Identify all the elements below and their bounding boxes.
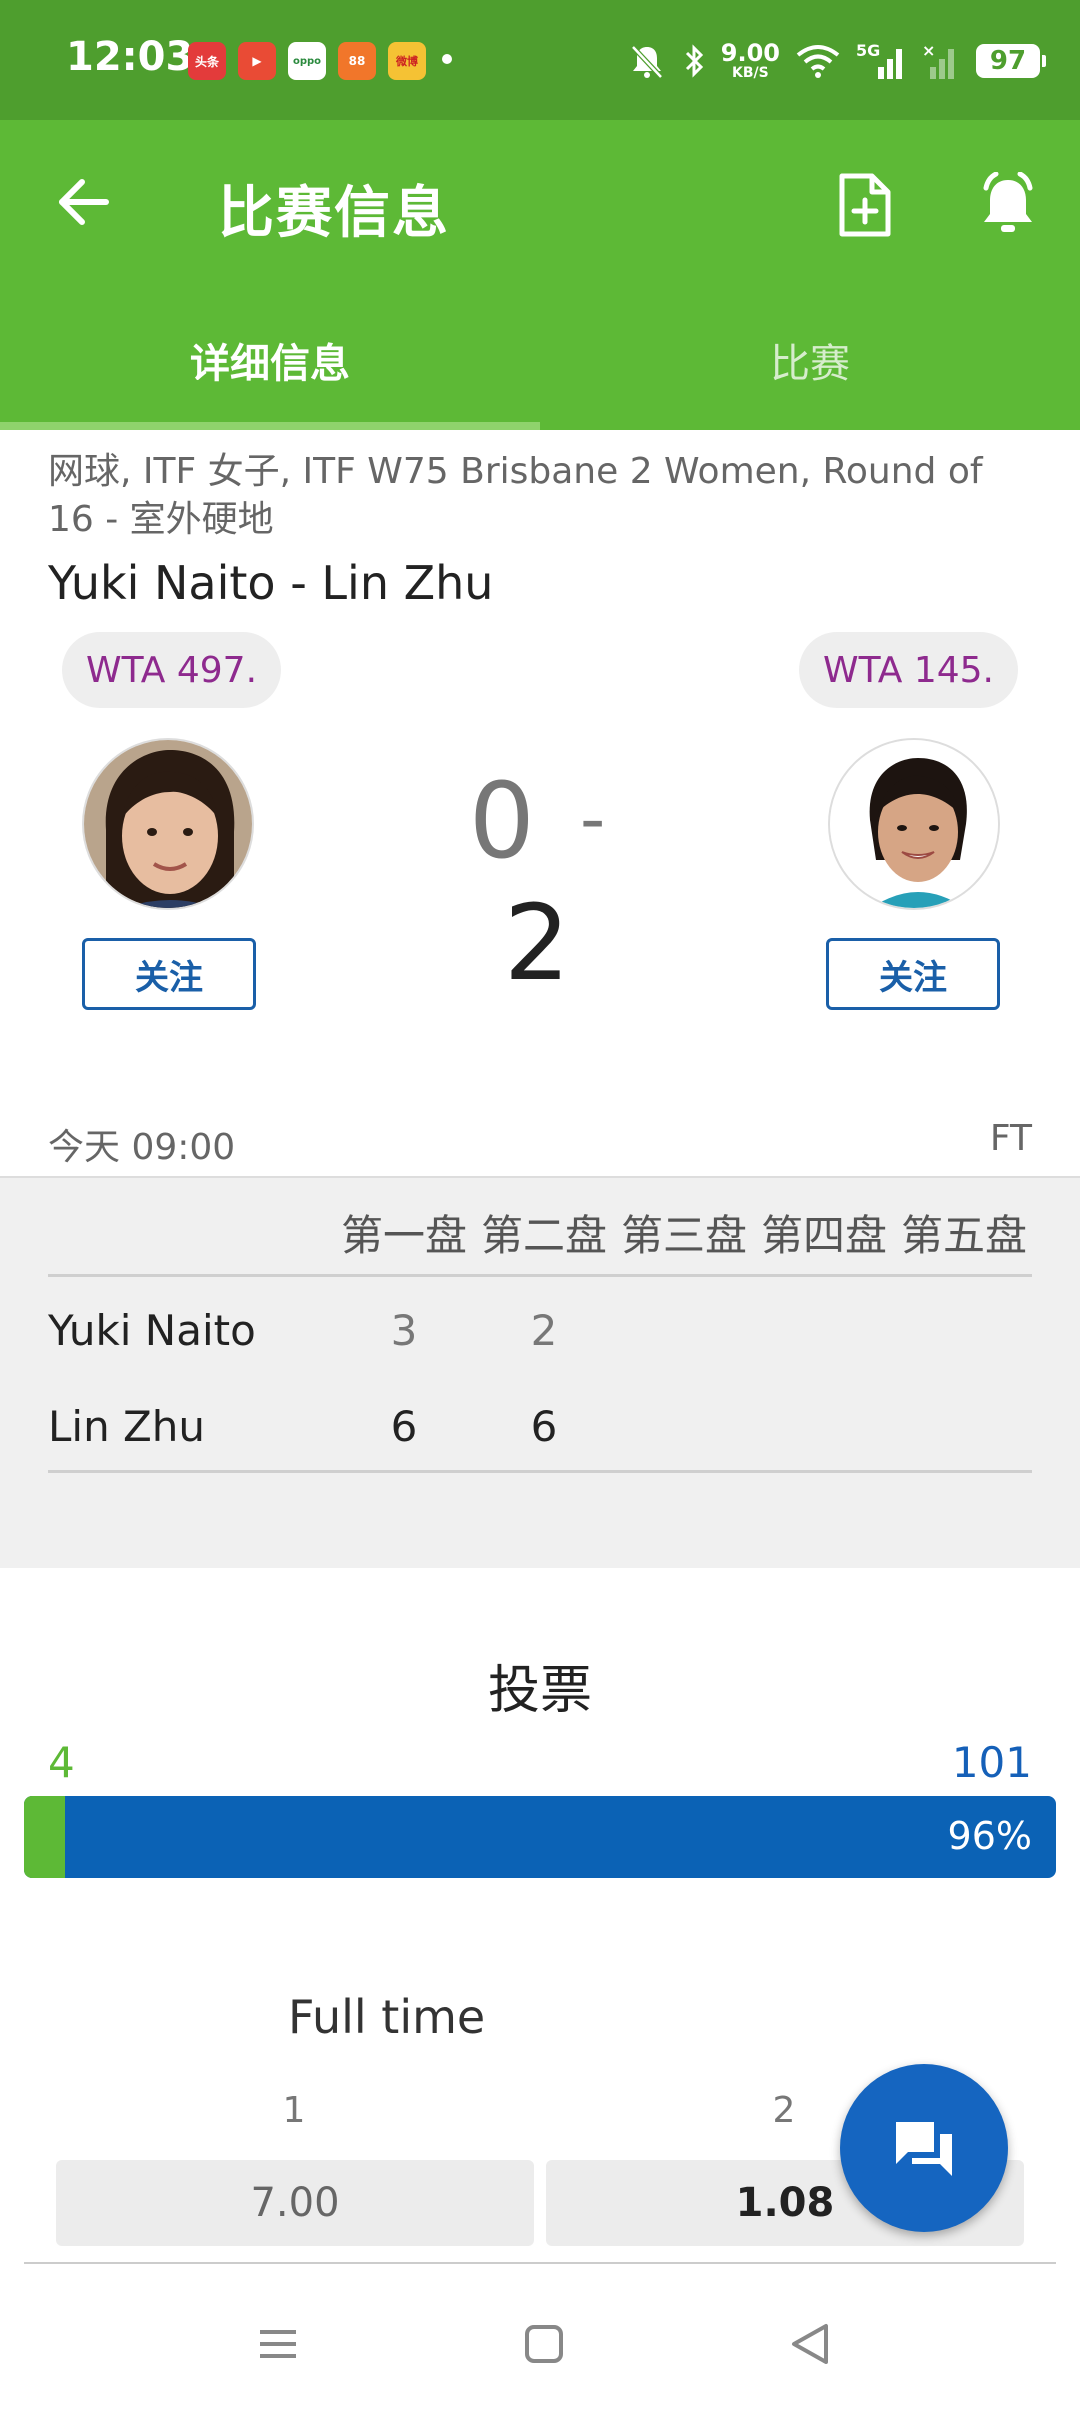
away-rank-badge[interactable]: WTA 145. bbox=[798, 632, 1018, 708]
set-score-table: 第一盘 第二盘 第三盘 第四盘 第五盘 Yuki Naito 3 2 Lin Z… bbox=[0, 1176, 1080, 1568]
set-header: 第四盘 bbox=[760, 1211, 887, 1260]
signal-5g-icon: 5G bbox=[856, 41, 908, 81]
vote-title: 投票 bbox=[487, 1661, 592, 1721]
system-nav-bar bbox=[0, 2270, 1080, 2414]
set-header: 第二盘 bbox=[480, 1211, 607, 1260]
arrow-left-icon[interactable] bbox=[52, 170, 116, 234]
tab-indicator bbox=[0, 422, 540, 430]
app-bar: 比赛信息 bbox=[0, 120, 1080, 290]
divider bbox=[48, 1274, 1032, 1277]
toutiao-app-icon: 头条 bbox=[188, 42, 226, 80]
divider bbox=[24, 2262, 1056, 2264]
table-row: Yuki Naito 3 2 bbox=[48, 1288, 1032, 1378]
follow-home-button[interactable]: 关注 bbox=[82, 938, 256, 1010]
tab-bar: 详细信息 比赛 bbox=[0, 290, 1080, 430]
match-title: Yuki Naito - Lin Zhu bbox=[48, 556, 494, 610]
game-app-icon: 88 bbox=[338, 42, 376, 80]
home-player-avatar[interactable] bbox=[82, 738, 254, 910]
set-score: 6 bbox=[390, 1402, 418, 1451]
divider bbox=[48, 1470, 1032, 1473]
away-score: 2 bbox=[503, 882, 577, 1004]
weibo-app-icon: 微博 bbox=[388, 42, 426, 80]
vote-bar[interactable]: 96% bbox=[24, 1796, 1056, 1878]
chat-fab-button[interactable] bbox=[840, 2064, 1008, 2232]
home-vote-fill bbox=[24, 1796, 66, 1878]
add-document-icon[interactable] bbox=[832, 172, 896, 238]
away-vote-percent: 96% bbox=[947, 1814, 1032, 1858]
odds-home-button[interactable]: 7.00 bbox=[56, 2160, 534, 2246]
signal-sim2-icon: × bbox=[922, 41, 962, 81]
tab-details[interactable]: 详细信息 bbox=[0, 290, 540, 430]
mute-bell-icon bbox=[630, 45, 663, 79]
player-name: Yuki Naito bbox=[48, 1306, 256, 1355]
match-status: FT bbox=[989, 1118, 1032, 1159]
menu-icon[interactable] bbox=[248, 2314, 308, 2374]
match-subtitle: 网球, ITF 女子, ITF W75 Brisbane 2 Women, Ro… bbox=[48, 451, 983, 540]
player-name: Lin Zhu bbox=[48, 1402, 206, 1451]
away-vote-count: 101 bbox=[951, 1738, 1032, 1787]
notification-dot-icon bbox=[442, 54, 452, 64]
wifi-icon bbox=[796, 45, 840, 78]
odds-label-home: 1 bbox=[282, 2090, 306, 2131]
set-header: 第三盘 bbox=[620, 1211, 747, 1260]
set-header: 第一盘 bbox=[340, 1211, 467, 1260]
match-start-time: 今天 09:00 bbox=[48, 1127, 236, 1168]
away-player-photo bbox=[830, 740, 998, 908]
page-title: 比赛信息 bbox=[218, 181, 450, 246]
status-time: 12:03 bbox=[66, 34, 194, 80]
network-speed: 9.00 KB/S bbox=[720, 39, 780, 81]
video-app-icon: ▶ bbox=[238, 42, 276, 80]
home-icon[interactable] bbox=[514, 2314, 574, 2374]
home-vote-count: 4 bbox=[48, 1738, 75, 1787]
home-score: 0 bbox=[468, 760, 541, 882]
battery-icon: 97 bbox=[976, 44, 1046, 78]
set-score: 3 bbox=[390, 1306, 418, 1355]
oppo-app-icon: oppo bbox=[288, 42, 326, 80]
tab-matches[interactable]: 比赛 bbox=[540, 290, 1080, 430]
set-headers: 第一盘 第二盘 第三盘 第四盘 第五盘 bbox=[334, 1202, 1034, 1263]
home-player-photo bbox=[84, 740, 252, 908]
page: 12:03 头条 ▶ oppo 88 微博 9.00 KB/S 5G × 97 … bbox=[0, 0, 1080, 2414]
set-header: 第五盘 bbox=[900, 1211, 1027, 1260]
odds-title: Full time bbox=[288, 1990, 486, 2044]
status-bar: 12:03 头条 ▶ oppo 88 微博 9.00 KB/S 5G × 97 bbox=[0, 0, 1080, 120]
follow-away-button[interactable]: 关注 bbox=[826, 938, 1000, 1010]
alarm-bell-icon[interactable] bbox=[976, 172, 1040, 238]
status-indicators: 9.00 KB/S 5G × 97 bbox=[627, 36, 1046, 86]
chat-icon bbox=[896, 2122, 952, 2176]
triangle-back-icon[interactable] bbox=[780, 2314, 840, 2374]
bluetooth-icon bbox=[685, 44, 703, 78]
set-score: 2 bbox=[530, 1306, 558, 1355]
home-rank-badge[interactable]: WTA 497. bbox=[62, 632, 282, 708]
away-player-avatar[interactable] bbox=[828, 738, 1000, 910]
match-score: 0 - 2 bbox=[430, 760, 650, 1004]
set-score: 6 bbox=[530, 1402, 558, 1451]
score-separator: - bbox=[579, 778, 612, 860]
table-row: Lin Zhu 6 6 bbox=[48, 1384, 1032, 1474]
